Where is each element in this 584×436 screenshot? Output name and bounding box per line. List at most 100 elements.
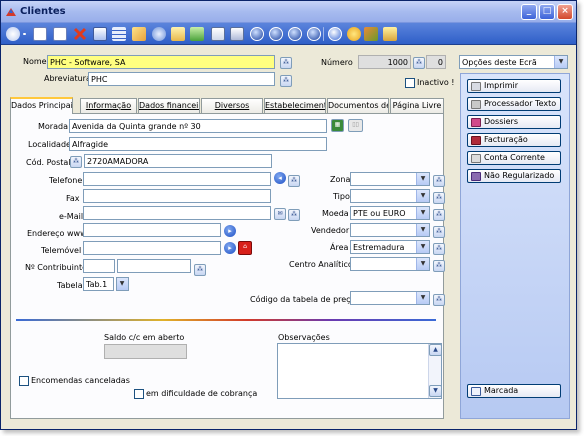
area-lookup-button[interactable]: ⁂ [433, 243, 445, 255]
dropdown-icon[interactable] [23, 33, 26, 35]
endereco-label: Endereço www [27, 229, 87, 238]
tabela-label: Tabela [57, 281, 83, 290]
contribuinte-field[interactable] [117, 259, 191, 273]
moeda-select[interactable]: PTE ou EURO ▼ [350, 206, 430, 220]
lock-icon[interactable] [383, 27, 397, 41]
close-button[interactable]: × [557, 4, 573, 20]
dificuldade-cobranca-checkbox[interactable] [134, 389, 144, 399]
tab-documentos[interactable]: Documentos de l [327, 98, 389, 113]
numero-field[interactable]: 1000 [358, 55, 411, 69]
globe-icon[interactable] [152, 27, 166, 41]
codpostal-field[interactable]: 2720AMADORA [84, 154, 272, 168]
open-url-icon[interactable]: ▸ [224, 225, 236, 237]
abreviatura-lookup-button[interactable]: ⁂ [280, 75, 292, 87]
centro-analitico-lookup-button[interactable]: ⁂ [433, 260, 445, 272]
refresh-icon[interactable] [190, 27, 204, 41]
processador-texto-button[interactable]: Processador Texto [467, 97, 561, 111]
area-select[interactable]: Estremadura ▼ [350, 240, 430, 254]
toolbar-separator [323, 27, 324, 41]
address-book-icon[interactable]: ▯▯ [348, 119, 363, 132]
zona-lookup-button[interactable]: ⁂ [433, 175, 445, 187]
telefone-lookup-button[interactable]: ⁂ [288, 175, 300, 187]
help-icon[interactable] [328, 27, 342, 41]
tabela-field[interactable]: Tab.1 [83, 277, 114, 291]
saldo-label: Saldo c/c em aberto [104, 333, 185, 342]
edit-icon[interactable] [93, 27, 107, 41]
email-field[interactable] [83, 206, 271, 220]
observacoes-scrollbar[interactable]: ▲ ▼ [428, 344, 442, 398]
localidade-field[interactable]: Alfragide [69, 137, 327, 151]
maximize-button[interactable]: □ [539, 4, 555, 20]
encomendas-canceladas-checkbox[interactable] [19, 376, 29, 386]
codigo-tabela-lookup-button[interactable]: ⁂ [433, 294, 445, 306]
imprimir-button[interactable]: Imprimir [467, 79, 561, 93]
call-icon[interactable]: ◂ [274, 172, 286, 184]
numero-sub-field[interactable]: 0 [426, 55, 446, 69]
previous-icon[interactable] [269, 27, 283, 41]
inactivo-checkbox[interactable] [405, 78, 415, 88]
star-icon[interactable] [347, 27, 361, 41]
contribuinte-prefix-field[interactable] [83, 259, 115, 273]
scroll-up-icon[interactable]: ▲ [429, 344, 442, 356]
map-icon[interactable]: ▦ [331, 119, 344, 132]
fax-field[interactable] [83, 189, 271, 203]
tab-dados-financeiros[interactable]: Dados financeiro [138, 98, 200, 113]
folder-icon[interactable] [132, 27, 146, 41]
archive-icon[interactable] [171, 27, 185, 41]
conta-corrente-button[interactable]: Conta Corrente [467, 151, 561, 165]
first-icon[interactable] [250, 27, 264, 41]
account-icon [471, 154, 481, 163]
nome-field[interactable]: PHC - Software, SA [47, 55, 275, 69]
delete-icon[interactable] [73, 27, 87, 41]
minimize-button[interactable]: _ [521, 4, 537, 20]
nao-regularizado-label: Não Regularizado [484, 171, 555, 180]
morada-field[interactable]: Avenida da Quinta grande nº 30 [69, 119, 327, 133]
vendedor-lookup-button[interactable]: ⁂ [433, 226, 445, 238]
title-bar[interactable]: Clientes _ □ × [1, 1, 576, 23]
scroll-down-icon[interactable]: ▼ [429, 385, 442, 397]
telefone-field[interactable] [83, 172, 271, 186]
endereco-field[interactable] [83, 223, 221, 237]
codigo-tabela-select[interactable]: ▼ [350, 291, 430, 305]
dial-icon[interactable]: ▸ [224, 242, 236, 254]
tipo-lookup-button[interactable]: ⁂ [433, 192, 445, 204]
moeda-lookup-button[interactable]: ⁂ [433, 209, 445, 221]
email-send-button[interactable]: ✉ [274, 208, 286, 220]
centro-analitico-select[interactable]: ▼ [350, 257, 430, 271]
email-lookup-button[interactable]: ⁂ [288, 209, 300, 221]
page-icon[interactable] [33, 27, 47, 41]
dossiers-button[interactable]: Dossiers [467, 115, 561, 129]
last-icon[interactable] [307, 27, 321, 41]
tabela-dropdown[interactable]: ▼ [116, 277, 129, 291]
chevron-down-icon: ▼ [416, 173, 429, 185]
chevron-down-icon: ▼ [416, 224, 429, 236]
telemovel-field[interactable] [83, 241, 221, 255]
contribuinte-lookup-button[interactable]: ⁂ [194, 264, 206, 276]
tab-informacao[interactable]: Informação [80, 98, 137, 113]
facturacao-button[interactable]: Facturação [467, 133, 561, 147]
numero-lookup-button[interactable]: ⁂ [413, 57, 425, 69]
tab-estabelecimentos[interactable]: Estabelecimentos [264, 98, 326, 113]
tab-dados-principais[interactable]: Dados Principais [10, 97, 73, 114]
home-icon[interactable]: ⌂ [238, 241, 252, 255]
new-record-icon[interactable] [6, 27, 20, 41]
nome-lookup-button[interactable]: ⁂ [280, 57, 292, 69]
zona-select[interactable]: ▼ [350, 172, 430, 186]
vendedor-select[interactable]: ▼ [350, 223, 430, 237]
marcada-button[interactable]: Marcada [467, 384, 561, 398]
next-icon[interactable] [288, 27, 302, 41]
tipo-select[interactable]: ▼ [350, 189, 430, 203]
nao-regularizado-button[interactable]: Não Regularizado [467, 169, 561, 183]
vendedor-label: Vendedor [311, 226, 350, 235]
copy-page-icon[interactable] [53, 27, 67, 41]
table-icon[interactable] [112, 27, 126, 41]
print-icon[interactable] [230, 27, 244, 41]
abreviatura-field[interactable]: PHC [88, 72, 275, 86]
observacoes-textarea[interactable] [277, 343, 442, 399]
codpostal-lookup-button[interactable]: ⁂ [70, 156, 82, 168]
settings-icon[interactable] [364, 27, 378, 41]
preview-icon[interactable] [211, 27, 225, 41]
opcoes-select[interactable]: Opções deste Ecrã ▼ [459, 55, 568, 69]
tab-diversos[interactable]: Diversos [201, 98, 263, 113]
tab-pagina-livre[interactable]: Página Livre [390, 98, 444, 113]
